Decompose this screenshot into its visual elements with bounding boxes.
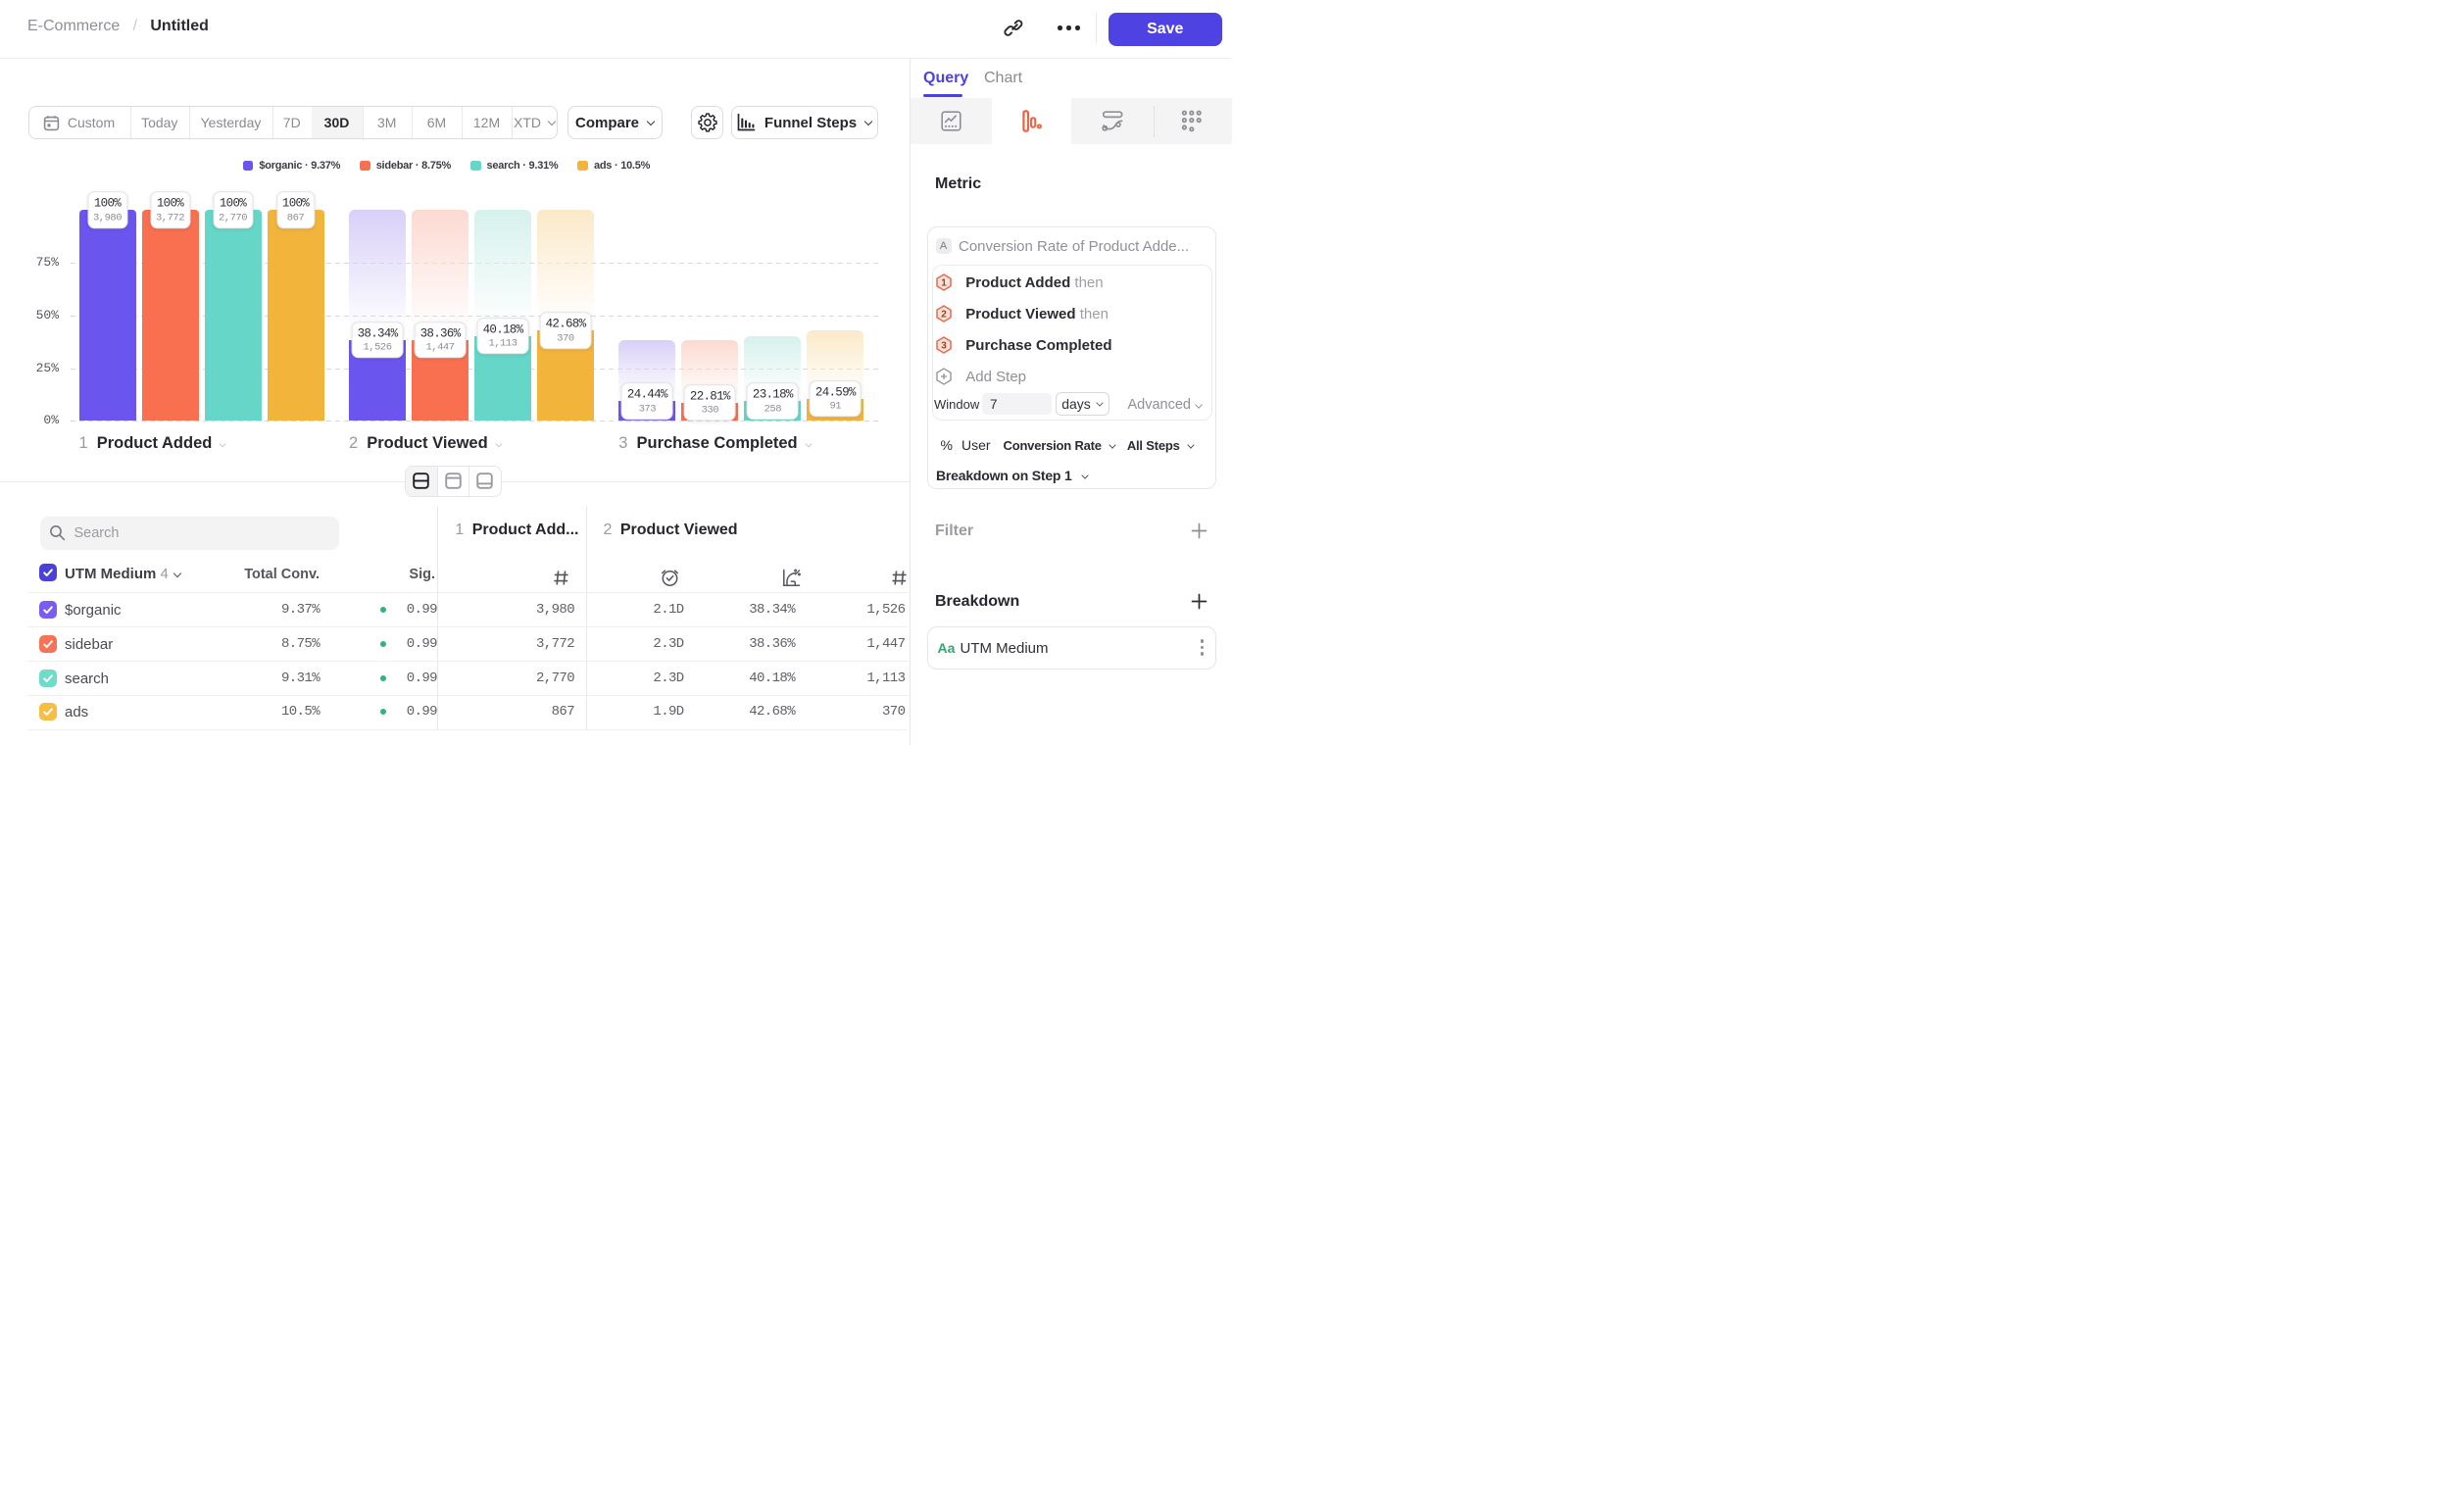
svg-text:2: 2: [941, 310, 947, 321]
svg-text:1: 1: [941, 278, 947, 289]
svg-text:3: 3: [941, 340, 947, 351]
